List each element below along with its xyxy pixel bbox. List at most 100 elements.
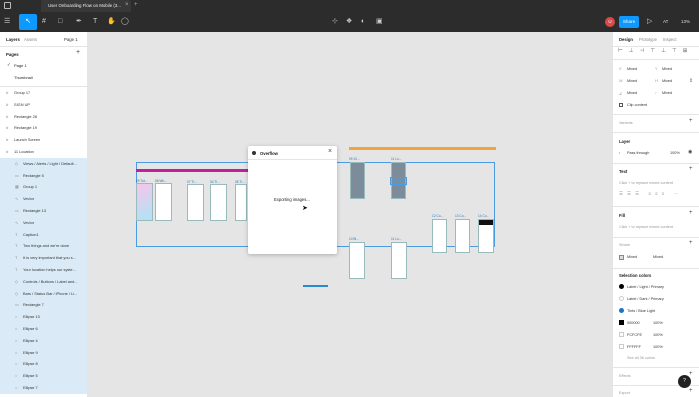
frame-tool-icon[interactable]: #	[42, 12, 46, 32]
layer-row[interactable]: # Rectangle 19	[0, 122, 87, 134]
layer-opacity[interactable]: 100%	[670, 151, 680, 155]
color-name[interactable]: Label / Dark / Primary	[627, 297, 664, 301]
layer-row[interactable]: # Rectangle 28	[0, 111, 87, 123]
add-page-icon[interactable]: +	[76, 49, 80, 56]
see-all-colors-link[interactable]: See all 36 colors	[627, 356, 655, 360]
canvas[interactable]: 09 Tut... 06 Wh... 07 Ti... 04 Ti... 05 …	[88, 32, 612, 397]
layer-row[interactable]: ○ Ellipse 6	[0, 323, 87, 335]
h-field[interactable]: Mixed	[662, 79, 672, 83]
pen-tool-icon[interactable]: ✒	[76, 12, 82, 32]
color-hex[interactable]: 000000	[627, 321, 640, 325]
add-export-icon[interactable]: +	[689, 388, 693, 394]
x-field[interactable]: Mixed	[627, 67, 637, 71]
layer-row[interactable]: ◇ Bars / Status Bar / iPhone / Li...	[0, 287, 87, 300]
layer-row[interactable]: ▭ Rectangle 13	[0, 205, 87, 217]
color-opacity[interactable]: 100%	[653, 345, 663, 349]
radius-field[interactable]: Mixed	[662, 91, 672, 95]
shape-tool-icon[interactable]: □	[58, 12, 62, 32]
color-opacity[interactable]: 100%	[653, 321, 663, 325]
frame-label[interactable]: 11 Lo...	[391, 237, 401, 241]
text-align-icons[interactable]: ☰☰☰ ≡≡≡ ⋯	[619, 191, 682, 197]
color-name[interactable]: Label / Light / Primary	[627, 285, 664, 289]
tab-assets[interactable]: Assets	[24, 37, 37, 42]
layer-row[interactable]: ○ Ellipse 10	[0, 311, 87, 323]
color-swatch[interactable]	[619, 308, 624, 313]
frame-thumbnail[interactable]	[478, 219, 494, 253]
add-stroke-icon[interactable]: +	[689, 240, 693, 246]
add-fill-icon[interactable]: +	[689, 210, 693, 216]
user-initials[interactable]: AT	[663, 19, 668, 24]
present-icon[interactable]: ▷	[647, 12, 652, 32]
layer-row[interactable]: # Launch Screen	[0, 134, 87, 146]
tab-prototype[interactable]: Prototype	[639, 37, 657, 42]
layer-row[interactable]: #11 Location	[0, 146, 87, 158]
color-swatch[interactable]	[619, 332, 624, 337]
layer-row[interactable]: T Your location helps our syste...	[0, 264, 87, 276]
layer-row[interactable]: T Caption1	[0, 228, 87, 241]
move-tool-button[interactable]: ↖	[19, 14, 37, 30]
main-menu-icon[interactable]: ☰	[4, 12, 10, 32]
frame-thumbnail[interactable]	[235, 184, 247, 221]
frame-label[interactable]: 06 Wh...	[155, 179, 167, 183]
file-tab[interactable]: User Onboarding Flow on Mobile (3... ×	[41, 0, 131, 12]
layer-row[interactable]: ◇ Controls / Buttons / Label and...	[0, 275, 87, 288]
frame-label[interactable]: 04 Ti...	[210, 180, 220, 184]
layer-row[interactable]: ▭ Rectangle 7	[0, 299, 87, 312]
layer-row[interactable]: T Two things and we're done	[0, 240, 87, 253]
layer-row[interactable]: ◇ Views / Alerts / Light / Default...	[0, 157, 87, 170]
layer-row[interactable]: T It is very important that you s...	[0, 252, 87, 264]
new-tab-icon[interactable]: +	[134, 2, 138, 8]
frame-thumbnail[interactable]	[349, 242, 365, 279]
comment-tool-icon[interactable]: ◯	[121, 12, 129, 32]
page-item[interactable]: Thumbnail	[14, 75, 33, 80]
layer-row[interactable]: # Group 17	[0, 87, 87, 99]
stroke-value[interactable]: Mixed	[627, 255, 637, 259]
frame-thumbnail[interactable]	[155, 183, 172, 221]
color-opacity[interactable]: 100%	[653, 333, 663, 337]
hand-tool-icon[interactable]: ✋	[107, 12, 116, 32]
zoom-level[interactable]: 13%	[681, 19, 690, 24]
mask-icon[interactable]: ◐	[361, 12, 365, 32]
frame-label[interactable]: 11 Lo...	[391, 157, 401, 161]
tab-design[interactable]: Design	[619, 37, 633, 42]
share-button[interactable]: Share	[619, 16, 639, 28]
frame-label[interactable]: 10 Bl...	[349, 237, 359, 241]
help-button[interactable]: ?	[678, 375, 691, 388]
layer-row[interactable]: ▦ Group 1	[0, 181, 87, 194]
color-swatch[interactable]	[619, 284, 624, 289]
frame-thumbnail[interactable]	[187, 184, 204, 221]
color-swatch[interactable]	[619, 344, 624, 349]
boolean-icon[interactable]: ▣	[376, 12, 383, 32]
color-name[interactable]: Tints / Blue Light	[627, 309, 655, 313]
frame-label[interactable]: 05 Ti...	[235, 180, 245, 184]
blend-mode-select[interactable]: Pass through	[627, 151, 649, 155]
layer-row[interactable]: ○ Ellipse 9	[0, 346, 87, 359]
layer-row[interactable]: ○ Ellipse 8	[0, 358, 87, 371]
frame-label[interactable]: 14 Co...	[478, 214, 489, 218]
align-icons[interactable]: ⊢⊥⊣⊤⊥⊤⊞	[618, 48, 693, 54]
avatar[interactable]: U	[605, 17, 615, 27]
clip-content-checkbox[interactable]	[619, 103, 623, 107]
close-icon[interactable]: ×	[328, 148, 332, 155]
create-component-icon[interactable]: ❖	[346, 12, 352, 32]
frame-label[interactable]: 12 Co...	[432, 214, 443, 218]
stroke-weight[interactable]: Mixed	[653, 255, 663, 259]
layer-row[interactable]: ▭ Rectangle 5	[0, 169, 87, 182]
close-tab-icon[interactable]: ×	[125, 2, 129, 8]
tab-inspect[interactable]: Inspect	[663, 37, 677, 42]
layer-row[interactable]: # SIGN UP	[0, 99, 87, 111]
tab-layers[interactable]: Layers	[6, 37, 20, 42]
layer-row[interactable]: ∿ Vector	[0, 216, 87, 229]
w-field[interactable]: Mixed	[627, 79, 637, 83]
frame-label[interactable]: 07 Ti...	[187, 180, 197, 184]
constraints-icon[interactable]: ⇕	[689, 78, 693, 84]
layer-row[interactable]: ○ Ellipse 7	[0, 382, 87, 394]
layer-row[interactable]: ○ Ellipse 4	[0, 334, 87, 347]
frame-label[interactable]: 13 Co...	[455, 214, 466, 218]
text-tool-icon[interactable]: T	[93, 12, 97, 32]
visibility-icon[interactable]: ◉	[688, 149, 692, 155]
frame-thumbnail[interactable]	[455, 219, 470, 253]
frame-thumbnail[interactable]	[391, 242, 407, 279]
color-swatch[interactable]	[619, 320, 624, 325]
rotation-field[interactable]: Mixed	[627, 91, 637, 95]
